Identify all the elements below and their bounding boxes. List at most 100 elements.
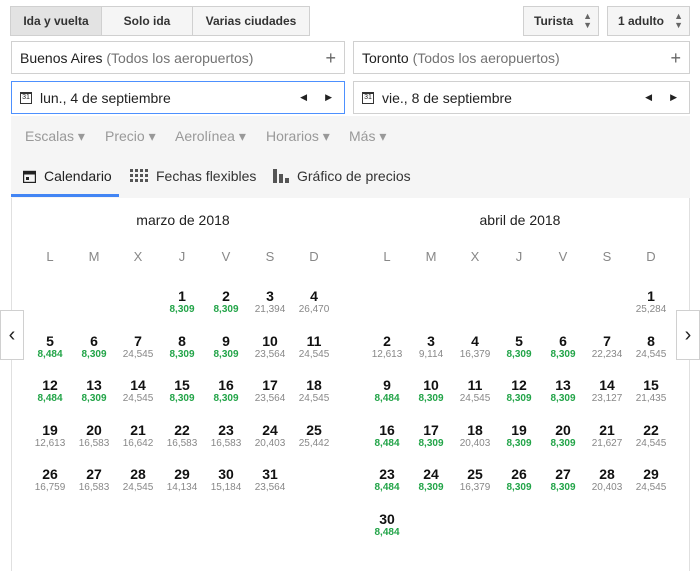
day-cell[interactable]: 1 8,309	[160, 288, 204, 316]
day-cell[interactable]: 11 24,545	[292, 333, 336, 361]
cabin-select[interactable]: Turista ▲ ▼	[523, 6, 599, 36]
filter-price[interactable]: Precio ▾	[105, 128, 156, 145]
day-cell[interactable]: 6 8,309	[72, 333, 116, 361]
day-cell[interactable]: 26 16,759	[28, 466, 72, 494]
day-cell[interactable]: 26 8,309	[497, 466, 541, 494]
day-cell[interactable]: 21 21,627	[585, 422, 629, 450]
day-cell[interactable]: 13 8,309	[72, 377, 116, 405]
day-cell[interactable]: 17 23,564	[248, 377, 292, 405]
day-cell[interactable]: 3 9,114	[409, 333, 453, 361]
day-cell[interactable]: 23 8,484	[365, 466, 409, 494]
day-cell[interactable]: 29 24,545	[629, 466, 673, 494]
chevron-right-icon[interactable]: ▶	[670, 92, 677, 103]
day-cell[interactable]: 7 24,545	[116, 333, 160, 361]
trip-type-oneway[interactable]: Solo ida	[101, 6, 193, 36]
chevron-right-icon[interactable]: ▶	[325, 92, 332, 103]
day-number: 8	[647, 332, 655, 349]
grid-icon	[130, 169, 148, 182]
day-cell[interactable]: 5 8,309	[497, 333, 541, 361]
day-cell[interactable]: 20 8,309	[541, 422, 585, 450]
day-cell[interactable]: 1 25,284	[629, 288, 673, 316]
day-cell[interactable]: 9 8,484	[365, 377, 409, 405]
day-cell[interactable]: 8 24,545	[629, 333, 673, 361]
return-date-field[interactable]: 31 vie., 8 de septiembre ◀ ▶	[353, 81, 690, 114]
day-cell[interactable]: 31 23,564	[248, 466, 292, 494]
plus-icon[interactable]: +	[670, 48, 681, 69]
trip-type-round[interactable]: Ida y vuelta	[10, 6, 102, 36]
day-cell[interactable]: 16 8,484	[365, 422, 409, 450]
day-cell[interactable]: 12 8,484	[28, 377, 72, 405]
filter-times[interactable]: Horarios ▾	[266, 128, 330, 145]
day-cell[interactable]: 16 8,309	[204, 377, 248, 405]
day-cell[interactable]: 28 20,403	[585, 466, 629, 494]
passengers-select[interactable]: 1 adulto ▲ ▼	[607, 6, 690, 36]
day-cell[interactable]: 6 8,309	[541, 333, 585, 361]
day-number: 27	[555, 466, 571, 482]
day-cell[interactable]: 8 8,309	[160, 333, 204, 361]
day-cell[interactable]: 25 16,379	[453, 466, 497, 494]
day-cell[interactable]: 28 24,545	[116, 466, 160, 494]
chevron-left-icon[interactable]: ◀	[645, 92, 652, 103]
day-cell[interactable]: 2 8,309	[204, 288, 248, 316]
calendar-panel: marzo de 2018 L M X J V S D 1 8,309 2 8,309 3 21,394 4…	[11, 198, 690, 571]
day-cell[interactable]: 19 12,613	[28, 422, 72, 450]
day-cell[interactable]: 22 16,583	[160, 422, 204, 450]
day-cell[interactable]: 27 16,583	[72, 466, 116, 494]
day-cell[interactable]: 10 8,309	[409, 377, 453, 405]
day-cell[interactable]: 29 14,134	[160, 466, 204, 494]
day-number: 11	[306, 332, 322, 349]
day-cell[interactable]: 2 12,613	[365, 333, 409, 361]
destination-field[interactable]: Toronto (Todos los aeropuertos) +	[353, 41, 690, 74]
tab-calendar[interactable]: Calendario	[23, 168, 112, 184]
day-number: 3	[427, 332, 435, 349]
day-cell[interactable]: 21 16,642	[116, 422, 160, 450]
day-cell[interactable]: 15 21,435	[629, 377, 673, 405]
day-cell[interactable]: 10 23,564	[248, 333, 292, 361]
day-cell[interactable]: 18 24,545	[292, 377, 336, 405]
day-cell[interactable]: 9 8,309	[204, 333, 248, 361]
next-month-button[interactable]: ›	[676, 310, 700, 360]
day-cell[interactable]: 7 22,234	[585, 333, 629, 361]
day-cell[interactable]: 24 20,403	[248, 422, 292, 450]
day-cell[interactable]: 14 23,127	[585, 377, 629, 405]
chevron-left-icon[interactable]: ◀	[300, 92, 307, 103]
filter-stops[interactable]: Escalas ▾	[25, 128, 85, 145]
trip-type-multi[interactable]: Varias ciudades	[192, 6, 310, 36]
tab-flexible-dates[interactable]: Fechas flexibles	[130, 168, 256, 184]
day-cell[interactable]: 20 16,583	[72, 422, 116, 450]
filter-more[interactable]: Más ▾	[349, 128, 386, 145]
prev-month-button[interactable]: ‹	[0, 310, 24, 360]
day-number: 13	[86, 377, 102, 393]
day-price: 24,545	[635, 348, 667, 360]
day-cell[interactable]: 17 8,309	[409, 422, 453, 450]
day-number: 24	[423, 466, 439, 482]
depart-date-field[interactable]: 31 lun., 4 de septiembre ◀ ▶	[11, 81, 345, 114]
day-cell[interactable]: 22 24,545	[629, 422, 673, 450]
day-cell[interactable]: 23 16,583	[204, 422, 248, 450]
day-cell[interactable]: 4 16,379	[453, 333, 497, 361]
day-cell[interactable]: 13 8,309	[541, 377, 585, 405]
origin-field[interactable]: Buenos Aires (Todos los aeropuertos) +	[11, 41, 345, 74]
day-cell[interactable]: 24 8,309	[409, 466, 453, 494]
origin-city: Buenos Aires	[20, 49, 103, 66]
day-cell[interactable]: 4 26,470	[292, 288, 336, 316]
plus-icon[interactable]: +	[325, 48, 336, 69]
day-cell[interactable]: 19 8,309	[497, 422, 541, 450]
day-price: 24,545	[459, 393, 491, 404]
day-cell[interactable]: 15 8,309	[160, 377, 204, 405]
day-cell[interactable]: 18 20,403	[453, 422, 497, 450]
day-number: 4	[310, 288, 318, 304]
day-cell[interactable]: 27 8,309	[541, 466, 585, 494]
filter-airline[interactable]: Aerolínea ▾	[175, 128, 246, 145]
weekday-label: J	[178, 249, 186, 264]
day-cell[interactable]: 14 24,545	[116, 377, 160, 405]
day-cell[interactable]: 5 8,484	[28, 333, 72, 361]
day-cell[interactable]: 30 15,184	[204, 466, 248, 494]
day-cell[interactable]: 30 8,484	[365, 511, 409, 539]
day-cell[interactable]: 3 21,394	[248, 288, 292, 316]
day-cell[interactable]: 25 25,442	[292, 422, 336, 450]
day-price: 20,403	[459, 437, 491, 449]
tab-price-graph[interactable]: Gráfico de precios	[273, 168, 411, 184]
day-cell[interactable]: 11 24,545	[453, 377, 497, 405]
day-cell[interactable]: 12 8,309	[497, 377, 541, 405]
